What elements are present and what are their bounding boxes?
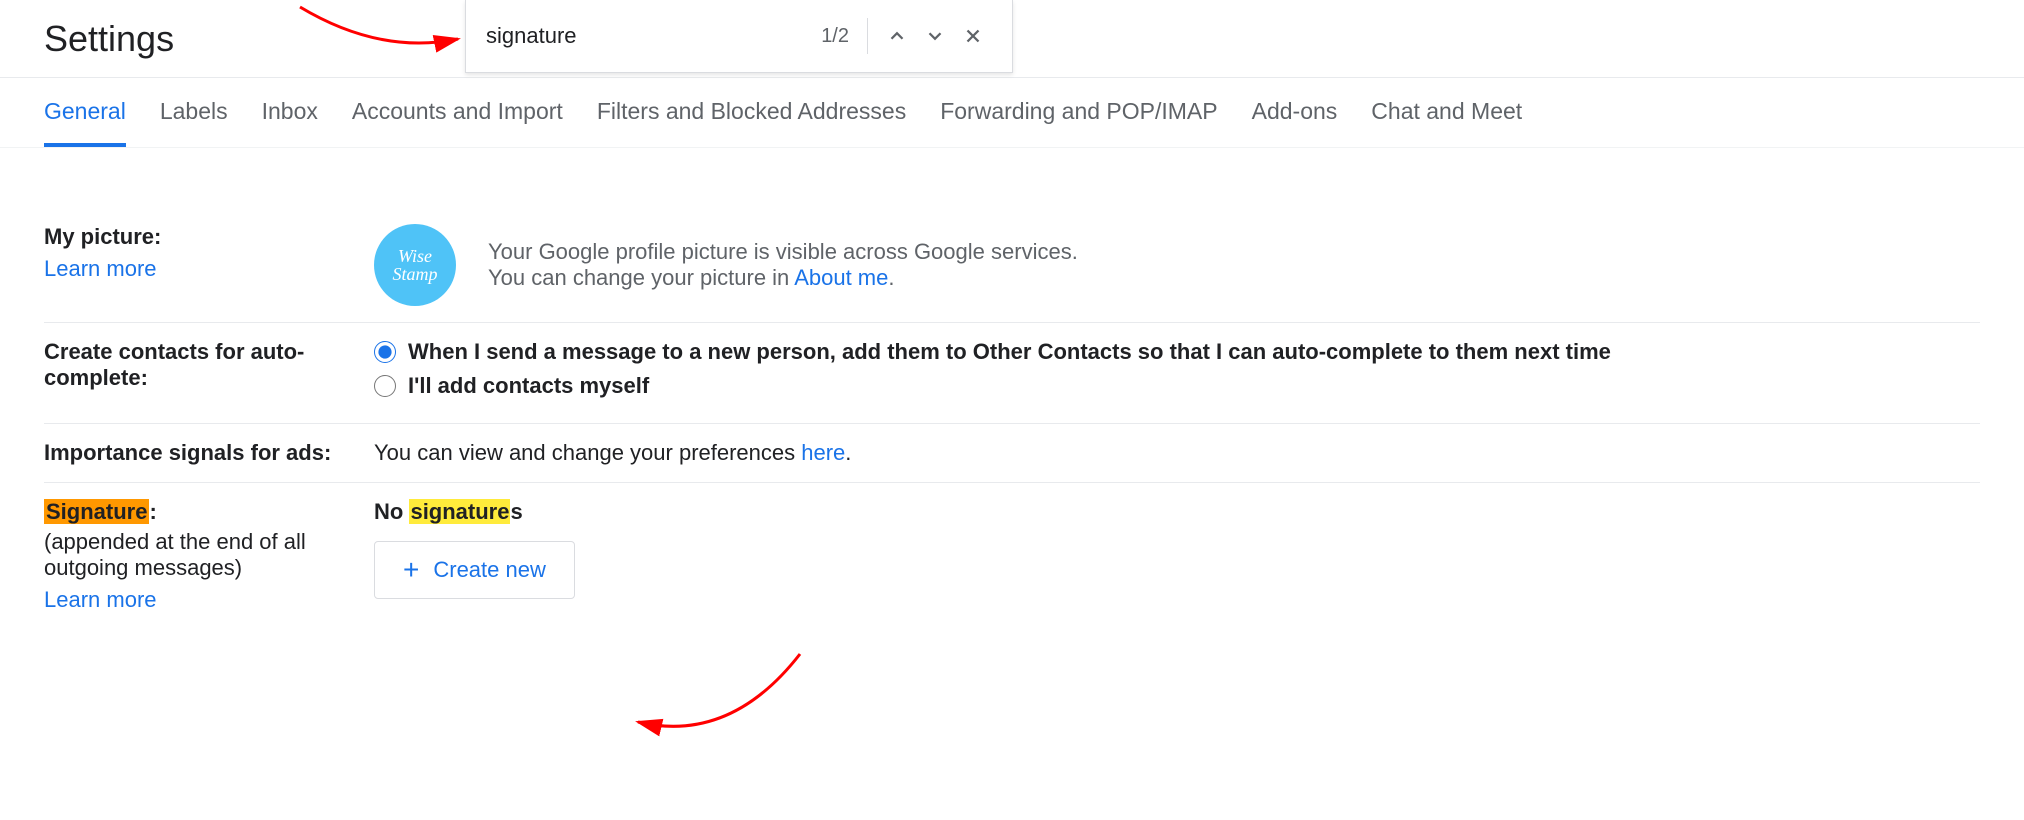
signature-learn-more-link[interactable]: Learn more (44, 587, 157, 613)
my-picture-learn-more-link[interactable]: Learn more (44, 256, 157, 282)
no-signatures-text: No signatures (374, 499, 1980, 525)
about-me-link[interactable]: About me (794, 265, 888, 290)
tab-labels[interactable]: Labels (160, 98, 228, 147)
avatar[interactable]: Wise Stamp (374, 224, 456, 306)
find-bar: 1/2 (465, 0, 1013, 73)
settings-content: My picture: Learn more Wise Stamp Your G… (0, 148, 2024, 669)
my-picture-label: My picture: (44, 224, 161, 249)
tab-inbox[interactable]: Inbox (262, 98, 318, 147)
tab-add-ons[interactable]: Add-ons (1252, 98, 1338, 147)
topbar: Settings 1/2 (0, 0, 2024, 78)
contacts-option-manual[interactable]: I'll add contacts myself (374, 373, 1980, 399)
tabs-bar: General Labels Inbox Accounts and Import… (0, 78, 2024, 148)
row-my-picture: My picture: Learn more Wise Stamp Your G… (44, 208, 1980, 323)
plus-icon: + (403, 556, 419, 584)
page-title: Settings (0, 18, 174, 60)
contacts-radio-manual[interactable] (374, 375, 396, 397)
row-importance-ads: Importance signals for ads: You can view… (44, 424, 1980, 483)
row-signature: Signature: (appended at the end of all o… (44, 483, 1980, 629)
contacts-radio-auto[interactable] (374, 341, 396, 363)
tab-forwarding-pop-imap[interactable]: Forwarding and POP/IMAP (940, 98, 1217, 147)
ads-description: You can view and change your preferences… (374, 440, 1980, 466)
tab-accounts-import[interactable]: Accounts and Import (352, 98, 563, 147)
chevron-down-icon (924, 25, 946, 47)
ads-label: Importance signals for ads: (44, 440, 331, 465)
find-next-button[interactable] (916, 17, 954, 55)
find-input[interactable] (486, 23, 821, 49)
tab-filters-blocked[interactable]: Filters and Blocked Addresses (597, 98, 906, 147)
find-prev-button[interactable] (878, 17, 916, 55)
signature-label: Signature: (44, 499, 157, 524)
close-icon (962, 25, 984, 47)
find-divider (867, 18, 868, 54)
picture-description: Your Google profile picture is visible a… (488, 239, 1078, 291)
create-contacts-label: Create contacts for auto-complete: (44, 339, 304, 390)
row-create-contacts: Create contacts for auto-complete: When … (44, 323, 1980, 424)
contacts-option-auto[interactable]: When I send a message to a new person, a… (374, 339, 1980, 365)
ads-here-link[interactable]: here (801, 440, 845, 465)
create-new-signature-button[interactable]: + Create new (374, 541, 575, 599)
tab-general[interactable]: General (44, 98, 126, 147)
signature-subtext: (appended at the end of all outgoing mes… (44, 529, 374, 581)
find-count: 1/2 (821, 25, 849, 48)
find-close-button[interactable] (954, 17, 992, 55)
chevron-up-icon (886, 25, 908, 47)
tab-chat-meet[interactable]: Chat and Meet (1371, 98, 1522, 147)
annotation-arrow-icon (290, 0, 480, 67)
